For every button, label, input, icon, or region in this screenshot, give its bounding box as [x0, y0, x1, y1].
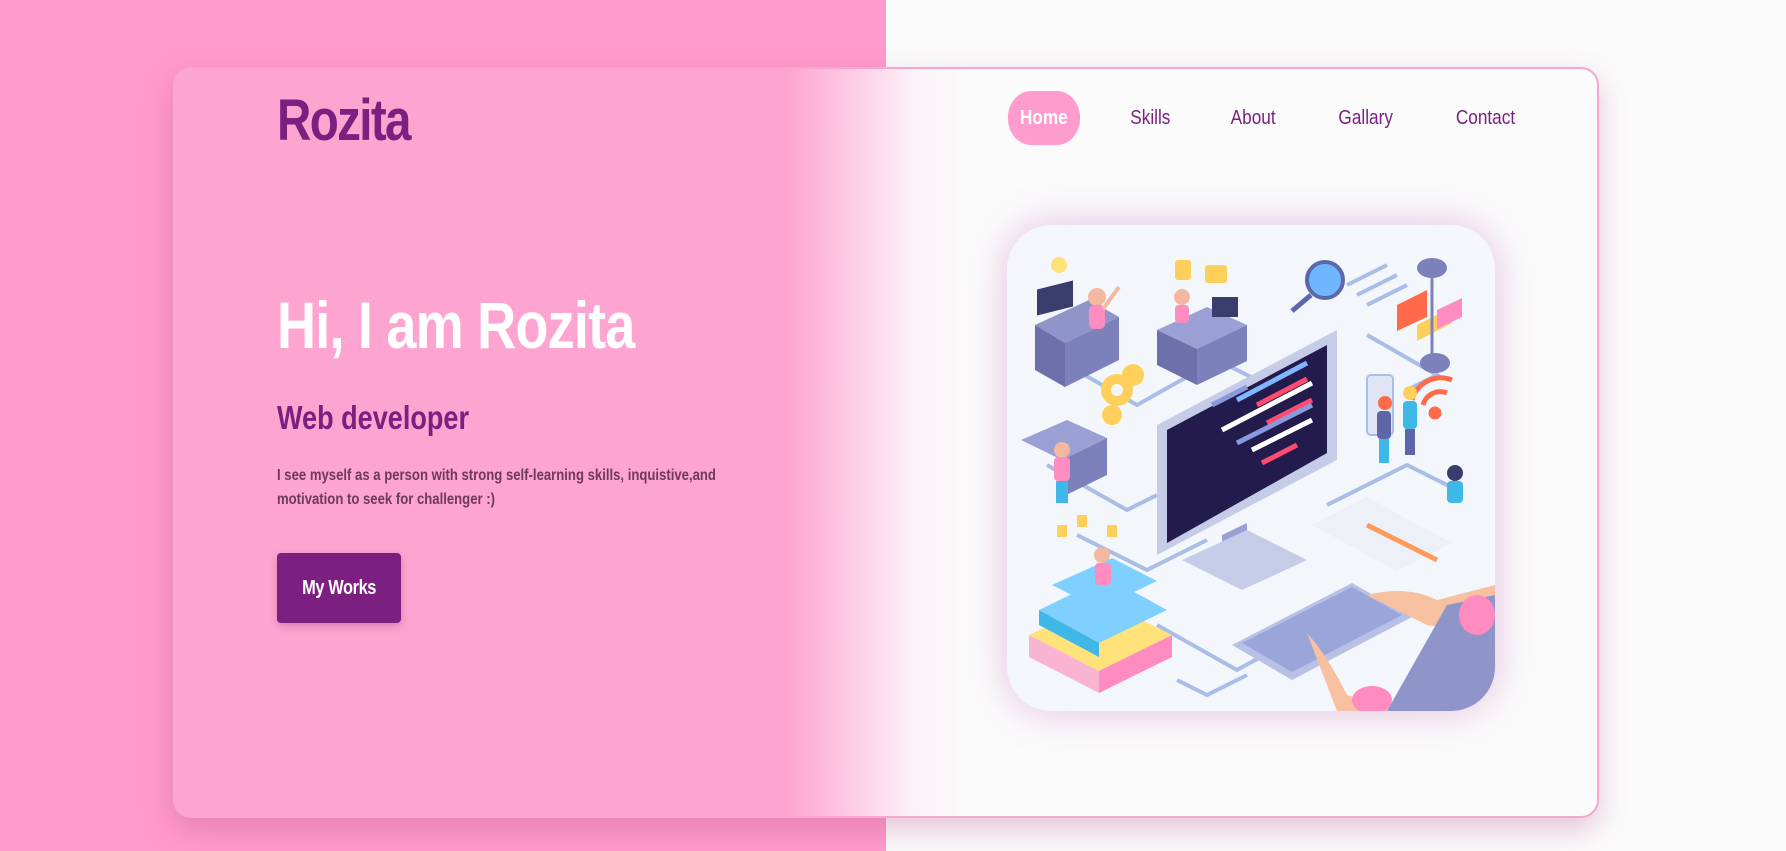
hero-card: Rozita Home Skills About Gallary Contact… [173, 67, 1599, 818]
desk-coder-icon [1157, 260, 1247, 385]
my-works-label: My Works [302, 576, 376, 599]
team-people-icon [1366, 374, 1463, 503]
logo[interactable]: Rozita [277, 87, 411, 154]
nav-gallary[interactable]: Gallary [1315, 91, 1416, 145]
gears-icon [1101, 364, 1144, 425]
my-works-button[interactable]: My Works [277, 553, 401, 623]
hero-role: Web developer [277, 399, 469, 436]
books-stack-icon [1029, 515, 1172, 693]
workspace-illustration-icon [1021, 257, 1495, 711]
hero-description: I see myself as a person with strong sel… [277, 467, 716, 508]
hero-title: Hi, I am Rozita [277, 288, 635, 362]
nav-home[interactable]: Home [1008, 91, 1080, 145]
nav-about[interactable]: About [1208, 91, 1299, 145]
main-nav: Home Skills About Gallary Contact [1002, 91, 1547, 145]
developer-workspace-illustration [1007, 225, 1495, 711]
paper-pen-icon [1312, 497, 1452, 571]
desk-person-icon [1035, 257, 1121, 387]
magnifier-icon [1290, 260, 1345, 313]
nav-contact[interactable]: Contact [1433, 91, 1539, 145]
nav-skills[interactable]: Skills [1107, 91, 1194, 145]
